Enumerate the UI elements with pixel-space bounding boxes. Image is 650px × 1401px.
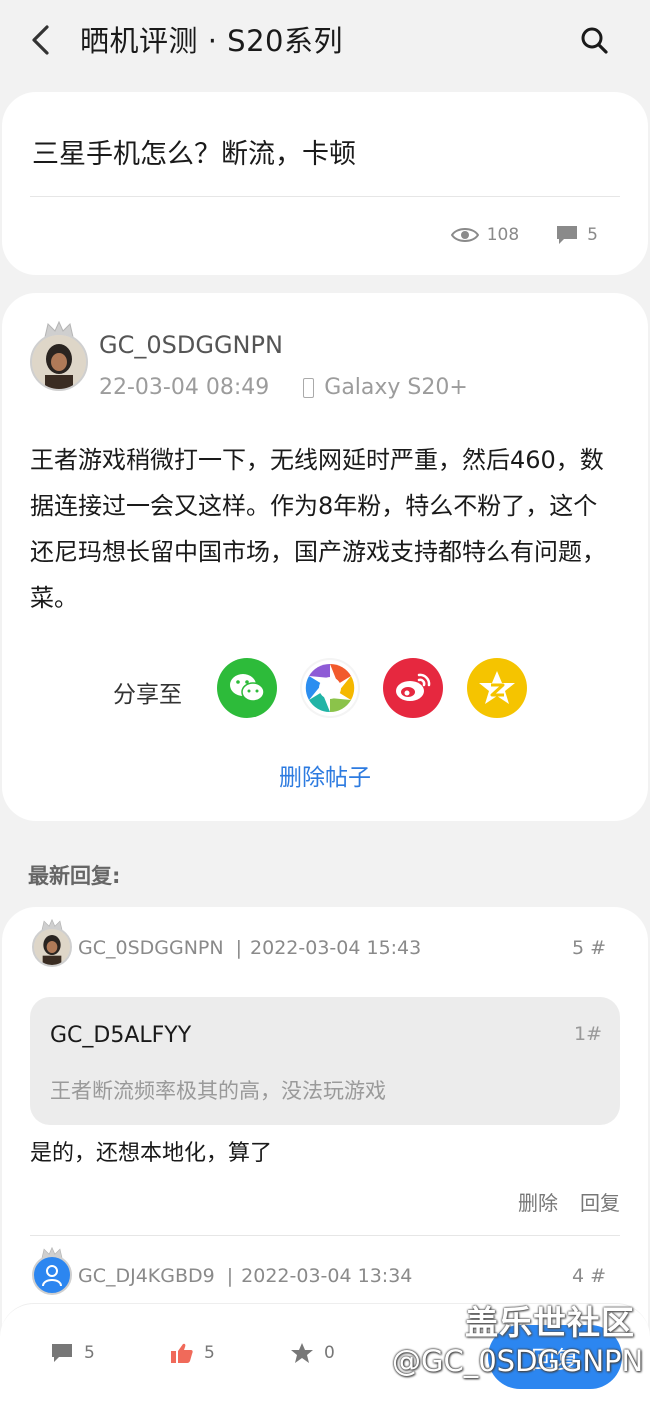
wechat-icon (230, 674, 265, 702)
reply-reply-button[interactable]: 回复 (580, 1187, 620, 1216)
back-button[interactable] (22, 20, 58, 60)
page-title: 晒机评测 · S20系列 (80, 24, 343, 58)
reply-floor: 4 # (571, 1265, 606, 1287)
separator: | (235, 937, 243, 959)
eye-icon (450, 228, 479, 242)
latest-replies-label: 最新回复: (28, 864, 121, 888)
reply-header: GC_DJ4KGBD9 | 2022-03-04 13:34 (78, 1265, 412, 1287)
search-icon (581, 27, 608, 54)
divider (30, 1235, 620, 1236)
comment-icon (52, 1344, 72, 1362)
separator: | (226, 1265, 234, 1287)
author-name[interactable]: GC_0SDGGNPN (99, 331, 283, 359)
like-count: 5 (204, 1343, 215, 1363)
quote-author: GC_D5ALFYY (50, 1023, 192, 1048)
comments-count: 5 (587, 225, 598, 245)
divider (30, 196, 620, 197)
star-icon (291, 1343, 313, 1363)
reply-delete-button[interactable]: 删除 (518, 1187, 558, 1216)
reply-author[interactable]: GC_DJ4KGBD9 (78, 1265, 215, 1287)
quoted-reply[interactable]: GC_D5ALFYY 1# 王者断流频率极其的高，没法玩游戏 (30, 997, 620, 1125)
quote-floor: 1# (573, 1023, 602, 1045)
views-count: 108 (486, 225, 520, 245)
quote-text: 王者断流频率极其的高，没法玩游戏 (50, 1079, 386, 1103)
reply-header: GC_0SDGGNPN | 2022-03-04 15:43 (78, 937, 421, 959)
avatar (32, 927, 72, 967)
delete-post-link[interactable]: 删除帖子 (2, 758, 648, 792)
post-title: 三星手机怎么？断流，卡顿 (32, 139, 356, 170)
post-body: 王者游戏稍微打一下，无线网延时严重，然后460，数据连接过一会又这样。作为8年粉… (30, 446, 606, 612)
post-device: Galaxy S20+ (324, 375, 468, 400)
reply-floor: 5 # (571, 937, 606, 959)
comment-icon (557, 226, 578, 244)
reply-actions: 删除 回复 (518, 1187, 620, 1216)
share-wechat-button[interactable] (217, 658, 277, 718)
post-title-card: 三星手机怎么？断流，卡顿 108 5 (2, 92, 648, 275)
watermark-site: 盖乐世社区 (465, 1303, 635, 1342)
share-label: 分享至 (113, 682, 182, 708)
post-datetime: 22-03-04 08:49 (99, 375, 270, 400)
share-moments-button[interactable] (300, 658, 360, 718)
views-stat: 108 (450, 225, 520, 245)
user-icon (42, 1265, 62, 1287)
comment-count: 5 (84, 1343, 95, 1363)
avatar (30, 333, 88, 391)
top-bar: 晒机评测 · S20系列 (0, 0, 650, 80)
post-stats: 108 5 (450, 224, 598, 246)
thumbs-up-icon (171, 1343, 193, 1363)
watermark-user: @GC_0SDGGNPN (392, 1344, 644, 1378)
share-qzone-button[interactable] (467, 658, 527, 718)
phone-icon (303, 377, 315, 398)
reply-text: 是的，还想本地化，算了 (30, 1141, 273, 1166)
post-meta: 22-03-04 08:49 Galaxy S20+ (99, 375, 468, 400)
qzone-icon (479, 671, 515, 704)
search-button[interactable] (578, 24, 612, 58)
moments-icon (302, 660, 358, 716)
avatar (32, 1255, 72, 1295)
chevron-left-icon (32, 25, 49, 55)
favorite-action[interactable]: 0 (290, 1342, 335, 1364)
reply-datetime: 2022-03-04 15:43 (250, 937, 422, 959)
like-action[interactable]: 5 (170, 1342, 215, 1364)
comments-stat: 5 (555, 224, 598, 246)
comment-action[interactable]: 5 (50, 1342, 95, 1364)
favorite-count: 0 (324, 1343, 335, 1363)
reply-datetime: 2022-03-04 13:34 (241, 1265, 413, 1287)
weibo-icon (396, 673, 431, 701)
reply-author[interactable]: GC_0SDGGNPN (78, 937, 224, 959)
post-card: GC_0SDGGNPN 22-03-04 08:49 Galaxy S20+ 王… (2, 293, 648, 821)
share-weibo-button[interactable] (383, 658, 443, 718)
